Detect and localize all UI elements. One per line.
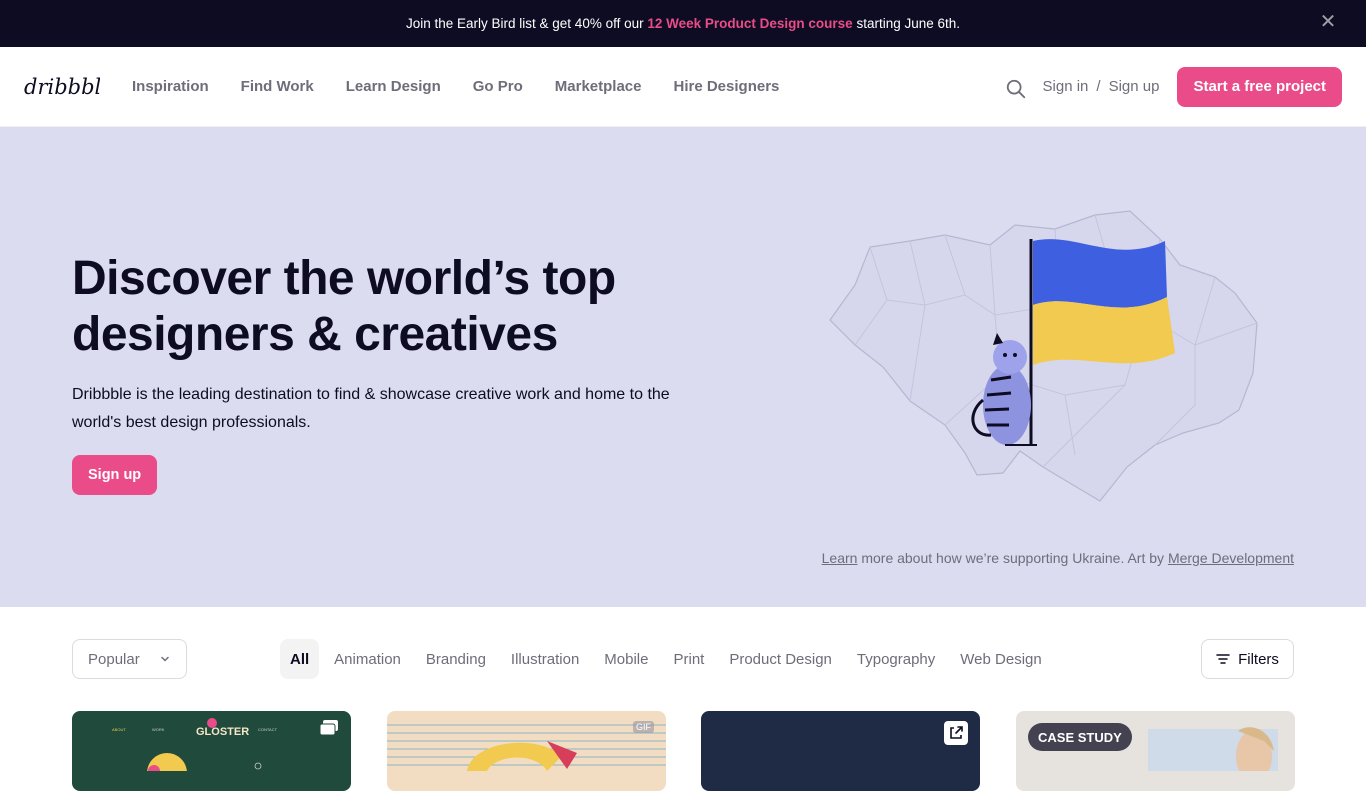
svg-text:ABOUT: ABOUT xyxy=(112,727,126,732)
hero-description: Dribbble is the leading destination to f… xyxy=(72,386,670,431)
tab-product-design[interactable]: Product Design xyxy=(719,639,842,679)
dribbble-logo[interactable]: dribbble xyxy=(24,73,100,101)
sort-select[interactable]: Popular xyxy=(72,639,187,679)
category-tabs: All Animation Branding Illustration Mobi… xyxy=(280,639,1057,679)
tab-typography[interactable]: Typography xyxy=(847,639,945,679)
announcement-suffix: starting June 6th. xyxy=(852,16,961,31)
svg-text:GLOSTER: GLOSTER xyxy=(196,726,249,738)
search-icon[interactable] xyxy=(1005,78,1027,100)
artist-link[interactable]: Merge Development xyxy=(1168,550,1294,566)
nav-go-pro[interactable]: Go Pro xyxy=(473,78,523,95)
hero-text: Discover the world’s top designers & cre… xyxy=(72,251,692,495)
hero-title-line1: Discover the world’s top xyxy=(72,252,616,305)
auth-separator: / xyxy=(1096,78,1101,95)
nav-hire-designers[interactable]: Hire Designers xyxy=(674,78,780,95)
learn-link[interactable]: Learn xyxy=(822,550,858,566)
close-icon[interactable]: ✕ xyxy=(1318,12,1338,32)
filter-icon xyxy=(1216,654,1230,664)
course-link[interactable]: 12 Week Product Design course xyxy=(647,16,852,31)
tab-print[interactable]: Print xyxy=(663,639,714,679)
main-nav: Inspiration Find Work Learn Design Go Pr… xyxy=(132,78,779,95)
filters-label: Filters xyxy=(1238,650,1279,668)
start-project-button[interactable]: Start a free project xyxy=(1177,66,1342,107)
shots-grid: ABOUT WORK CONTACT GLOSTER GIF CASE STUD… xyxy=(72,711,1295,791)
filter-bar: Popular All Animation Branding Illustrat… xyxy=(0,607,1366,711)
gif-badge: GIF xyxy=(633,721,654,733)
shot-card[interactable]: GIF xyxy=(387,711,666,791)
shot-card[interactable] xyxy=(701,711,980,791)
ukraine-flag-illustration xyxy=(829,210,1258,502)
nav-learn-design[interactable]: Learn Design xyxy=(346,78,441,95)
announcement-bar: Join the Early Bird list & get 40% off o… xyxy=(0,0,1366,47)
logo-text: dribbble xyxy=(24,75,100,99)
nav-marketplace[interactable]: Marketplace xyxy=(555,78,642,95)
sign-in-link[interactable]: Sign in xyxy=(1043,78,1089,95)
external-link-icon xyxy=(944,721,968,745)
hero-section: Discover the world’s top designers & cre… xyxy=(0,127,1366,607)
case-study-badge: CASE STUDY xyxy=(1028,723,1132,751)
chevron-down-icon xyxy=(161,656,169,662)
filters-button[interactable]: Filters xyxy=(1201,639,1294,679)
shot-thumbnail xyxy=(387,724,666,771)
announcement-prefix: Join the Early Bird list & get 40% off o… xyxy=(405,16,648,31)
multi-shot-icon xyxy=(319,720,338,736)
tab-all[interactable]: All xyxy=(280,639,320,679)
tab-illustration[interactable]: Illustration xyxy=(501,639,589,679)
hero-signup-button[interactable]: Sign up xyxy=(72,455,158,495)
sort-value: Popular xyxy=(88,650,140,668)
shot-card[interactable]: CASE STUDY xyxy=(1016,711,1295,791)
flag-yellow-stripe xyxy=(1033,297,1175,365)
tab-branding[interactable]: Branding xyxy=(416,639,496,679)
site-header: dribbble Inspiration Find Work Learn Des… xyxy=(0,47,1366,127)
hero-title: Discover the world’s top designers & cre… xyxy=(72,251,692,363)
credit-text: more about how we’re supporting Ukraine.… xyxy=(857,550,1168,566)
svg-text:WORK: WORK xyxy=(152,727,165,732)
tab-animation[interactable]: Animation xyxy=(324,639,411,679)
hero-title-line2: designers & creatives xyxy=(72,308,558,361)
flag-blue-stripe xyxy=(1033,239,1167,308)
announcement-text: Join the Early Bird list & get 40% off o… xyxy=(406,16,960,31)
shot-thumbnail: ABOUT WORK CONTACT GLOSTER xyxy=(112,718,278,791)
tab-web-design[interactable]: Web Design xyxy=(950,639,1051,679)
svg-text:CONTACT: CONTACT xyxy=(258,727,278,732)
shot-card[interactable]: ABOUT WORK CONTACT GLOSTER xyxy=(72,711,351,791)
nav-find-work[interactable]: Find Work xyxy=(241,78,314,95)
header-actions: Sign in / Sign up Start a free project xyxy=(1005,66,1342,107)
ukraine-credit: Learn more about how we’re supporting Uk… xyxy=(822,550,1294,566)
nav-inspiration[interactable]: Inspiration xyxy=(132,78,209,95)
dribbble-logo-icon: dribbble xyxy=(24,75,100,99)
auth-links: Sign in / Sign up xyxy=(1043,78,1160,95)
tab-mobile[interactable]: Mobile xyxy=(594,639,658,679)
sign-up-link[interactable]: Sign up xyxy=(1109,78,1160,95)
